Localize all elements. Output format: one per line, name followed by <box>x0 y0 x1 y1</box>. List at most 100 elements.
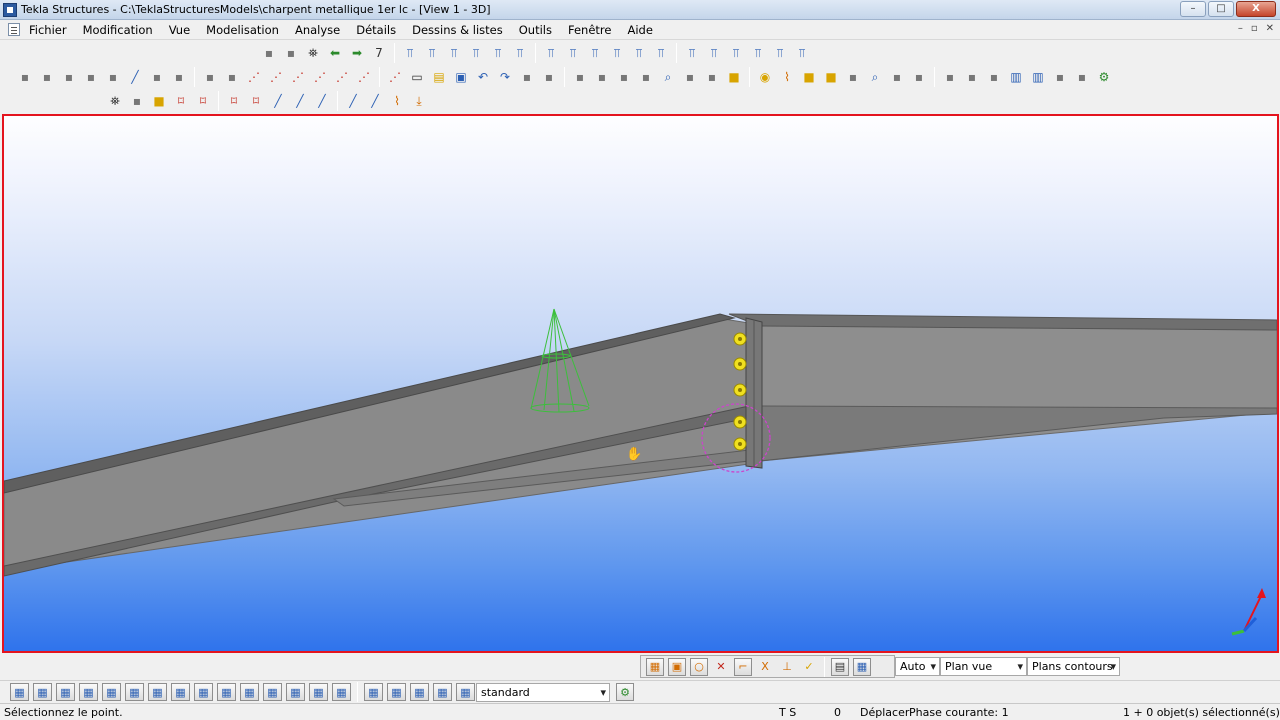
snap-any-icon[interactable]: ⌑ <box>247 92 265 110</box>
weld-icon[interactable]: ⌇ <box>778 68 796 86</box>
mdi-restore-button[interactable]: ▫ <box>1251 23 1258 34</box>
profile-zee-icon[interactable]: ⫪ <box>586 44 604 62</box>
selection-filter-select[interactable]: standard <box>476 683 610 702</box>
clone-icon[interactable]: ▪ <box>571 68 589 86</box>
menu-fichier[interactable]: Fichier <box>29 23 67 37</box>
curve-tool-icon[interactable]: ╱ <box>344 92 362 110</box>
number7-icon[interactable]: 7 <box>370 44 388 62</box>
sel-all-icon[interactable]: ▦ <box>10 683 29 701</box>
snap-ref-lines-icon[interactable]: ▦ <box>646 657 664 676</box>
sel-detail-icon[interactable]: ▦ <box>332 683 351 701</box>
point-circle-icon[interactable]: ⋰ <box>386 68 404 86</box>
menu-dessins-listes[interactable]: Dessins & listes <box>412 23 503 37</box>
numbering-icon[interactable]: ▪ <box>985 68 1003 86</box>
profile-truss-icon[interactable]: ⫪ <box>467 44 485 62</box>
inquire-icon[interactable]: ⌕ <box>866 68 884 86</box>
profile-beam-icon[interactable]: ⫪ <box>401 44 419 62</box>
menu-details[interactable]: Détails <box>356 23 396 37</box>
sel-points-icon[interactable]: ▦ <box>33 683 52 701</box>
new-icon[interactable]: ▭ <box>408 68 426 86</box>
point-ext-icon[interactable]: ⋰ <box>289 68 307 86</box>
mdi-close-button[interactable]: ✕ <box>1266 23 1274 34</box>
curved-beam-icon[interactable]: ╱ <box>126 68 144 86</box>
import-icon[interactable]: ▪ <box>1073 68 1091 86</box>
drawing-icon[interactable]: ▥ <box>1007 68 1025 86</box>
contour-plate-icon[interactable]: ▪ <box>148 68 166 86</box>
beam-icon[interactable]: ▪ <box>60 68 78 86</box>
sel-surface-icon[interactable]: ▦ <box>125 683 144 701</box>
weld-prep-icon[interactable]: ⌇ <box>388 92 406 110</box>
align-icon[interactable]: ▪ <box>260 44 278 62</box>
snap-ortho-icon[interactable]: ⌐ <box>734 657 752 676</box>
sel-bolts-icon[interactable]: ▦ <box>217 683 236 701</box>
snap-cancel-icon[interactable]: ✕ <box>712 658 730 676</box>
point-on-line-icon[interactable]: ⋰ <box>267 68 285 86</box>
cut-icon[interactable]: ▪ <box>170 68 188 86</box>
menu-vue[interactable]: Vue <box>169 23 190 37</box>
select-part-icon[interactable]: ▪ <box>38 68 56 86</box>
menu-aide[interactable]: Aide <box>627 23 652 37</box>
pan-icon[interactable]: ▪ <box>703 68 721 86</box>
sloped-rafter-web[interactable] <box>4 318 750 572</box>
sel-plane-icon[interactable]: ▦ <box>240 683 259 701</box>
profile-column-icon[interactable]: ⫪ <box>423 44 441 62</box>
sel-reference-icon[interactable]: ▦ <box>263 683 282 701</box>
profile-purlin-icon[interactable]: ⫪ <box>489 44 507 62</box>
menu-fenetre[interactable]: Fenêtre <box>568 23 611 37</box>
dash-tool-icon[interactable]: ╱ <box>291 92 309 110</box>
view-icon[interactable]: ▪ <box>637 68 655 86</box>
snap-intersect-icon[interactable]: Ⅹ <box>756 658 774 676</box>
profile-flag-icon[interactable]: ⫪ <box>793 44 811 62</box>
point-arc-icon[interactable]: ⋰ <box>355 68 373 86</box>
binoculars-icon[interactable]: ⛯ <box>304 44 322 62</box>
arc-tool-icon[interactable]: ╱ <box>313 92 331 110</box>
menu-modification[interactable]: Modification <box>83 23 153 37</box>
close-button[interactable]: X <box>1236 1 1276 17</box>
line-tool-icon[interactable]: ╱ <box>269 92 287 110</box>
sel-parts-icon[interactable]: ▦ <box>102 683 121 701</box>
snap-perp-icon[interactable]: ⊥ <box>778 658 796 676</box>
explode-icon[interactable]: ▪ <box>844 68 862 86</box>
report-icon[interactable]: ▥ <box>1029 68 1047 86</box>
profile-plate-icon[interactable]: ⫪ <box>445 44 463 62</box>
work-plane-icon[interactable]: ▪ <box>128 92 146 110</box>
profile-joist-icon[interactable]: ⫪ <box>705 44 723 62</box>
snap-auto-select[interactable]: Auto <box>895 657 940 676</box>
sel-seam-icon[interactable]: ▦ <box>364 683 383 701</box>
binoculars2-icon[interactable]: ⛯ <box>106 92 124 110</box>
profile-sag-icon[interactable]: ⫪ <box>771 44 789 62</box>
rotate-icon[interactable]: ▪ <box>681 68 699 86</box>
sel-obj-icon[interactable]: ▦ <box>433 683 452 701</box>
document-icon[interactable] <box>8 23 20 36</box>
mdi-minimize-button[interactable]: – <box>1238 23 1243 34</box>
point-icon[interactable]: ⋰ <box>245 68 263 86</box>
export-icon[interactable]: ▪ <box>1051 68 1069 86</box>
horizontal-beam-bottom-flange[interactable] <box>759 405 1277 462</box>
point-intersect-icon[interactable]: ⋰ <box>311 68 329 86</box>
column-icon[interactable]: ▪ <box>82 68 100 86</box>
selection-filter-settings-icon[interactable]: ⚙ <box>616 683 634 701</box>
undo-icon[interactable]: ↶ <box>474 68 492 86</box>
sel-assembly-icon[interactable]: ▦ <box>410 683 429 701</box>
snap-mid-icon[interactable]: ⌑ <box>225 92 243 110</box>
snap-plane-icon[interactable]: ▤ <box>831 657 849 676</box>
tekla-app-icon[interactable] <box>3 3 17 17</box>
bolt-icon[interactable]: ◉ <box>756 68 774 86</box>
sel-grid-icon[interactable]: ▦ <box>56 683 75 701</box>
chamfer-icon[interactable]: ▪ <box>223 68 241 86</box>
component-icon[interactable]: ■ <box>725 68 743 86</box>
sel-welds-icon[interactable]: ▦ <box>148 683 167 701</box>
profile-brace-icon[interactable]: ⫪ <box>652 44 670 62</box>
menu-outils[interactable]: Outils <box>519 23 552 37</box>
polybeam-icon[interactable]: ▪ <box>104 68 122 86</box>
assembly-icon[interactable]: ■ <box>800 68 818 86</box>
snap-grid-icon[interactable]: ▦ <box>853 657 871 676</box>
settings-icon[interactable]: ⚙ <box>1095 68 1113 86</box>
measure-icon[interactable]: ▪ <box>888 68 906 86</box>
box-icon[interactable]: ■ <box>150 92 168 110</box>
profile-angle-icon[interactable]: ⫪ <box>542 44 560 62</box>
menu-analyse[interactable]: Analyse <box>295 23 340 37</box>
select-all-icon[interactable]: ▪ <box>16 68 34 86</box>
anchor-icon[interactable]: ⤓ <box>410 92 428 110</box>
grid-icon[interactable]: ▪ <box>282 44 300 62</box>
